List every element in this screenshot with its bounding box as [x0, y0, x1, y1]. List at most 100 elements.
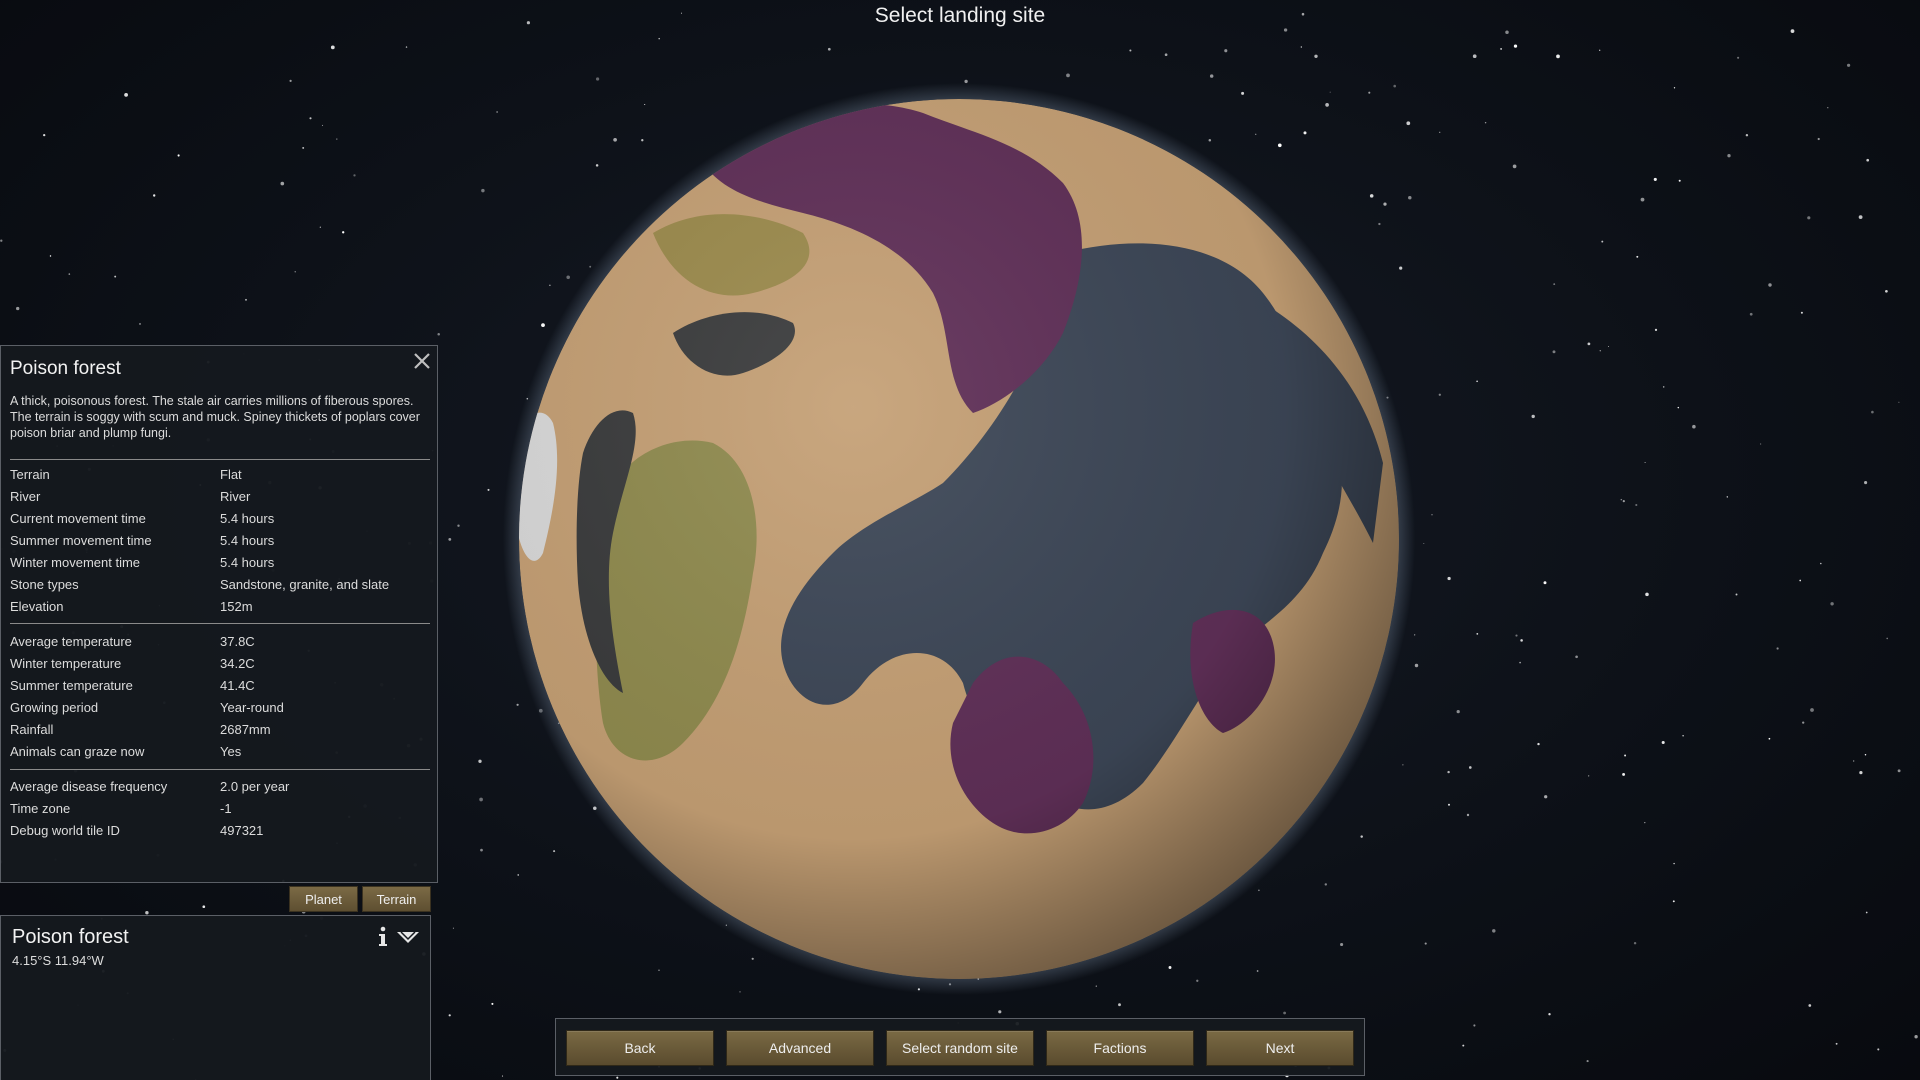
next-button[interactable]: Next — [1206, 1030, 1354, 1066]
stat-row-winter-movement: Winter movement time 5.4 hours — [10, 551, 430, 573]
star — [998, 1010, 1002, 1014]
star — [1531, 414, 1535, 419]
planet-globe[interactable] — [503, 83, 1415, 995]
star — [616, 1076, 619, 1079]
dropdown-icon[interactable] — [396, 930, 420, 944]
star — [1692, 424, 1696, 429]
star — [480, 848, 483, 852]
factions-button[interactable]: Factions — [1046, 1030, 1194, 1066]
star — [452, 927, 454, 929]
star — [1673, 87, 1676, 89]
stat-value: -1 — [220, 800, 232, 816]
star — [1548, 1013, 1551, 1016]
advanced-button[interactable]: Advanced — [726, 1030, 874, 1066]
inspect-panel: Poison forest A thick, poisonous forest.… — [0, 345, 438, 883]
star — [114, 275, 117, 278]
stat-value: Year-round — [220, 699, 284, 715]
star — [491, 1002, 494, 1005]
star — [1898, 401, 1900, 403]
star — [1473, 1024, 1476, 1027]
star — [1768, 737, 1771, 740]
star — [16, 306, 20, 311]
star — [1678, 179, 1681, 182]
star — [1835, 1042, 1838, 1045]
star — [1472, 54, 1477, 59]
star — [1283, 28, 1288, 32]
star — [1314, 54, 1318, 58]
star — [1864, 753, 1867, 756]
star — [280, 181, 285, 186]
star — [1859, 770, 1863, 775]
stat-label: Average temperature — [10, 633, 132, 649]
star — [68, 273, 71, 275]
star — [1745, 133, 1749, 137]
stat-row-graze: Animals can graze now Yes — [10, 740, 430, 762]
info-icon[interactable] — [376, 926, 390, 948]
star — [1587, 342, 1591, 346]
star — [353, 174, 356, 177]
star — [1164, 53, 1168, 57]
star — [1749, 312, 1753, 316]
star — [1886, 637, 1888, 640]
stat-label: Stone types — [10, 576, 79, 592]
star — [1853, 760, 1855, 762]
star — [1817, 137, 1820, 141]
star — [1118, 1003, 1121, 1007]
star — [1492, 929, 1496, 933]
stat-label: Summer movement time — [10, 532, 152, 548]
star — [1677, 406, 1680, 409]
stat-row-disease: Average disease frequency 2.0 per year — [10, 775, 430, 797]
stat-label: Terrain — [10, 466, 50, 482]
divider — [10, 459, 430, 460]
close-icon[interactable] — [411, 350, 433, 372]
stat-label: Growing period — [10, 699, 99, 715]
stat-row-elevation: Elevation 152m — [10, 595, 430, 617]
star — [1640, 197, 1645, 202]
world-view[interactable]: Select landing site Poison forest A thic… — [0, 0, 1920, 1080]
stat-value: 2.0 per year — [220, 778, 290, 794]
star — [1661, 740, 1665, 745]
star — [330, 45, 335, 50]
star — [1500, 47, 1503, 50]
stat-value: 5.4 hours — [220, 554, 275, 570]
star — [1799, 579, 1802, 582]
tile-coordinates: 4.15°S 11.94°W — [12, 953, 104, 968]
select-random-site-button[interactable]: Select random site — [886, 1030, 1034, 1066]
star — [1588, 775, 1590, 777]
star — [1877, 1048, 1880, 1051]
bottom-button-bar: Back Advanced Select random site Faction… — [555, 1018, 1365, 1076]
star — [1129, 49, 1132, 52]
stat-value: River — [220, 488, 251, 504]
stat-value: 152m — [220, 598, 253, 614]
star — [1553, 283, 1556, 285]
star — [1520, 639, 1523, 642]
star — [405, 46, 408, 48]
star — [124, 93, 128, 97]
star — [595, 77, 600, 81]
star — [1505, 30, 1509, 34]
star — [1424, 942, 1427, 945]
star — [1462, 1044, 1465, 1047]
star — [1423, 542, 1425, 545]
star — [1575, 655, 1578, 659]
star — [1672, 900, 1675, 903]
stats-group-terrain: Terrain Flat River River Current movement … — [10, 463, 430, 617]
star — [457, 524, 460, 527]
star — [1790, 29, 1795, 33]
star — [448, 538, 452, 541]
tab-planet[interactable]: Planet — [289, 886, 358, 912]
star — [294, 271, 296, 273]
star — [145, 910, 149, 915]
stat-value: 37.8C — [220, 633, 255, 649]
star — [1807, 216, 1811, 220]
star — [1636, 255, 1639, 258]
star — [1209, 74, 1214, 78]
star — [1476, 633, 1479, 635]
tab-terrain[interactable]: Terrain — [362, 886, 431, 912]
star — [1654, 328, 1658, 332]
stat-value: Flat — [220, 466, 242, 482]
star — [1556, 54, 1560, 59]
back-button[interactable]: Back — [566, 1030, 714, 1066]
stat-label: Current movement time — [10, 510, 146, 526]
star — [1448, 803, 1450, 806]
